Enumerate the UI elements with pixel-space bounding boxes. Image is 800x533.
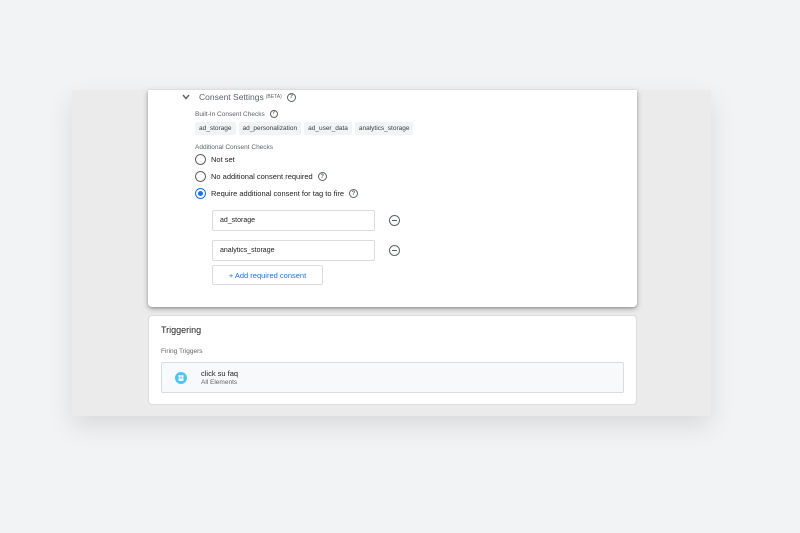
builtin-consent-label: Built-In Consent Checks [195,110,265,118]
trigger-name: click su faq [201,369,239,378]
consent-chip: ad_personalization [238,122,302,135]
trigger-item[interactable]: click su faq All Elements [161,362,624,393]
radio-button[interactable] [195,154,206,165]
require-consent-help-icon[interactable]: ? [349,189,358,198]
chevron-down-icon[interactable] [179,90,193,104]
radio-label: Require additional consent for tag to fi… [211,189,344,198]
radio-label: No additional consent required [211,172,313,181]
trigger-type: All Elements [201,379,238,386]
beta-badge: (BETA) [265,94,282,100]
builtin-consent-chips: ad_storage ad_personalization ad_user_da… [195,122,414,135]
no-additional-consent-help-icon[interactable]: ? [317,172,327,181]
radio-button-selected[interactable] [195,188,206,199]
builtin-consent-label-row: Built-In Consent Checks ? [195,110,278,118]
tag-configuration-card: Consent Settings (BETA) ? Built-In Conse… [148,90,637,307]
click-trigger-icon [175,371,187,384]
builtin-consent-help-icon[interactable]: ? [269,110,278,118]
triggering-title: Triggering [161,325,202,335]
add-required-consent-button[interactable]: + Add required consent [212,265,323,285]
triggering-card: Triggering Firing Triggers click su faq … [148,315,637,405]
consent-chip: analytics_storage [354,122,414,135]
radio-require-additional-consent[interactable]: Require additional consent for tag to fi… [195,188,358,199]
additional-consent-label: Additional Consent Checks [195,144,274,151]
remove-circle-icon[interactable] [389,245,400,256]
required-consent-row [212,240,400,261]
consent-settings-help-icon[interactable]: ? [286,92,296,102]
remove-circle-icon[interactable] [389,215,400,226]
consent-chip: ad_user_data [304,122,352,135]
required-consent-input[interactable] [212,210,375,231]
firing-triggers-label: Firing Triggers [161,348,203,355]
radio-no-additional-consent[interactable]: No additional consent required ? [195,171,327,182]
radio-not-set[interactable]: Not set [195,154,235,165]
radio-button[interactable] [195,171,206,182]
consent-chip: ad_storage [195,122,236,135]
required-consent-row [212,210,400,231]
consent-settings-title: Consent Settings [199,92,264,102]
required-consent-input[interactable] [212,240,375,261]
consent-settings-header[interactable]: Consent Settings (BETA) ? [179,90,296,104]
trigger-text: click su faq All Elements [201,369,238,386]
radio-label: Not set [211,155,235,164]
